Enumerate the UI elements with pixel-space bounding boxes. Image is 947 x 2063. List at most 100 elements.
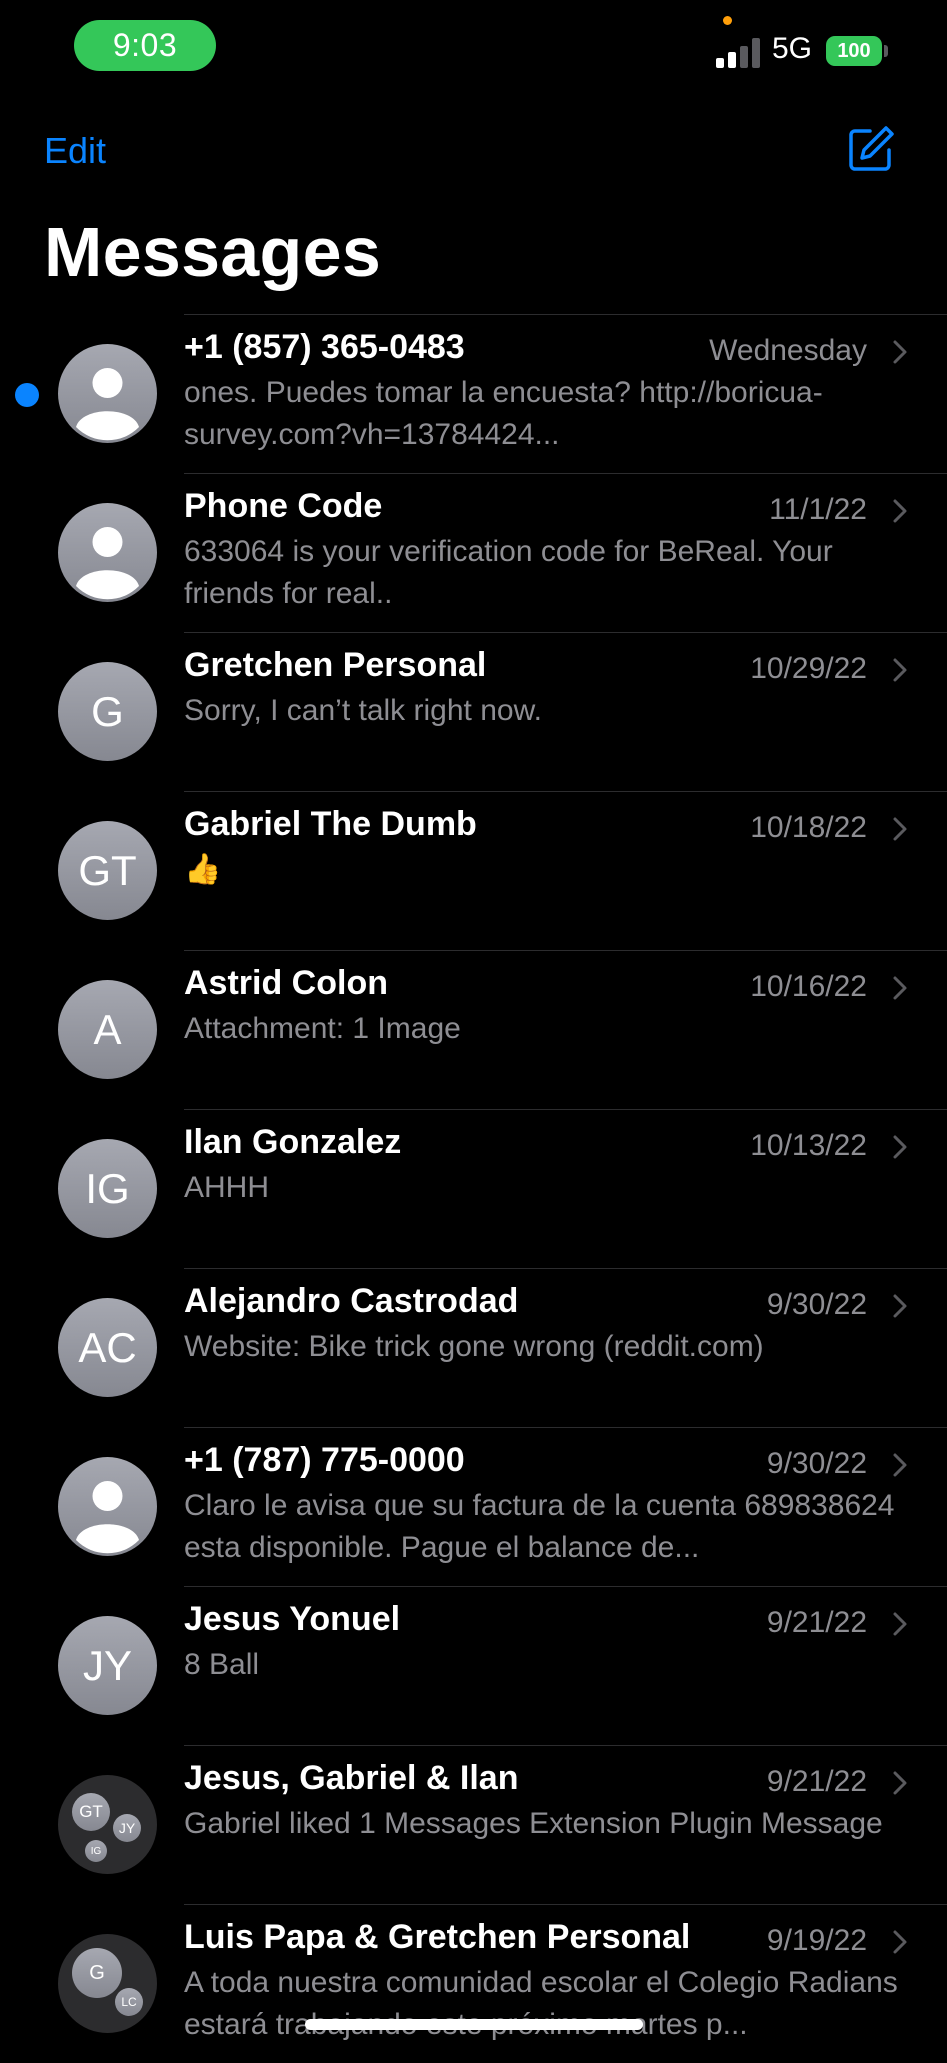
contact-person-icon <box>58 344 157 443</box>
battery-icon: 100 <box>826 36 882 66</box>
message-preview: 633064 is your verification code for BeR… <box>184 535 833 610</box>
conversation-date: 10/16/22 <box>750 970 867 1003</box>
message-preview: 8 Ball <box>184 1648 260 1681</box>
page-title: Messages <box>44 213 382 291</box>
contact-person-icon <box>58 503 157 602</box>
chevron-right-icon <box>893 1135 907 1159</box>
row-separator <box>184 1904 947 1905</box>
status-time: 9:03 <box>74 20 216 71</box>
avatar: GT <box>58 821 157 920</box>
message-preview: Website: Bike trick gone wrong (reddit.c… <box>184 1330 764 1363</box>
conversation-date: 9/19/22 <box>766 1924 867 1957</box>
avatar: A <box>58 980 157 1079</box>
avatar: AC <box>58 1298 157 1397</box>
unread-indicator-icon <box>15 383 39 407</box>
conversation-name: Astrid Colon <box>184 964 388 1002</box>
edit-button[interactable]: Edit <box>44 130 106 172</box>
conversation-name: +1 (857) 365-0483 <box>184 328 465 366</box>
conversation-date: 10/13/22 <box>750 1129 867 1162</box>
home-indicator[interactable] <box>305 2019 643 2030</box>
avatar-initials: IG <box>85 1164 130 1212</box>
group-member-avatar: LC <box>115 1988 143 2016</box>
chevron-right-icon <box>893 1453 907 1477</box>
chevron-right-icon <box>893 976 907 1000</box>
avatar-initials: GT <box>78 846 137 894</box>
row-separator <box>184 791 947 792</box>
conversation-date: 9/30/22 <box>766 1288 867 1321</box>
conversation-date: 9/30/22 <box>766 1447 867 1480</box>
row-separator <box>184 1268 947 1269</box>
conversation-name: Gabriel The Dumb <box>184 805 477 843</box>
conversation-row[interactable]: G Gretchen Personal 10/29/22 Sorry, I can’t… <box>0 632 947 791</box>
chevron-right-icon <box>893 1771 907 1795</box>
row-separator <box>184 314 947 315</box>
conversation-date: 10/18/22 <box>750 811 867 844</box>
avatar-initials: G <box>91 687 124 735</box>
contact-person-icon <box>58 1457 157 1556</box>
conversation-name: Alejandro Castrodad <box>184 1282 519 1320</box>
conversation-date: Wednesday <box>709 334 867 367</box>
conversation-row[interactable]: G LC Luis Papa & Gretchen Personal 9/19/22 A… <box>0 1904 947 2063</box>
chevron-right-icon <box>893 1930 907 1954</box>
conversation-row[interactable]: IG Ilan Gonzalez 10/13/22 AHHH <box>0 1109 947 1268</box>
avatar-initials: JY <box>82 1641 132 1689</box>
message-preview: A toda nuestra comunidad escolar el Cole… <box>184 1966 898 2041</box>
privacy-indicator-icon <box>723 16 732 25</box>
avatar-initials: AC <box>78 1323 137 1371</box>
message-preview: AHHH <box>184 1171 270 1204</box>
avatar: JY <box>58 1616 157 1715</box>
conversation-name: Jesus, Gabriel & Ilan <box>184 1759 519 1797</box>
conversation-row[interactable]: JY Jesus Yonuel 9/21/22 8 Ball <box>0 1586 947 1745</box>
chevron-right-icon <box>893 1612 907 1636</box>
group-member-avatar: GT <box>72 1793 110 1831</box>
conversation-row[interactable]: Phone Code 11/1/22 633064 is your verifica… <box>0 473 947 632</box>
row-separator <box>184 1109 947 1110</box>
message-preview: Sorry, I can’t talk right now. <box>184 694 542 727</box>
avatar: G LC <box>58 1934 157 2033</box>
message-preview: Gabriel liked 1 Messages Extension Plugi… <box>184 1807 883 1840</box>
conversation-row[interactable]: GT Gabriel The Dumb 10/18/22 👍 <box>0 791 947 950</box>
chevron-right-icon <box>893 499 907 523</box>
avatar: GT JY IG <box>58 1775 157 1874</box>
message-preview: 👍 <box>184 853 222 886</box>
conversation-date: 9/21/22 <box>766 1606 867 1639</box>
group-member-avatar: G <box>72 1948 122 1998</box>
conversation-row[interactable]: A Astrid Colon 10/16/22 Attachment: 1 Image <box>0 950 947 1109</box>
conversation-name: Luis Papa & Gretchen Personal <box>184 1918 691 1956</box>
conversation-row[interactable]: +1 (857) 365-0483 Wednesday ones. Puedes t… <box>0 314 947 473</box>
row-separator <box>184 473 947 474</box>
battery-cap <box>884 45 888 57</box>
chevron-right-icon <box>893 340 907 364</box>
cellular-signal-icon <box>716 38 762 68</box>
battery-level: 100 <box>837 39 871 62</box>
conversation-date: 11/1/22 <box>769 493 867 526</box>
conversation-list: +1 (857) 365-0483 Wednesday ones. Puedes t… <box>0 314 947 2063</box>
row-separator <box>184 1427 947 1428</box>
avatar-initials: A <box>93 1005 122 1053</box>
network-type: 5G <box>772 32 813 65</box>
square-pencil-icon[interactable] <box>846 124 896 174</box>
conversation-row[interactable]: AC Alejandro Castrodad 9/30/22 Website: Bik… <box>0 1268 947 1427</box>
chevron-right-icon <box>893 817 907 841</box>
conversation-row[interactable]: +1 (787) 775-0000 9/30/22 Claro le avisa q… <box>0 1427 947 1586</box>
group-member-avatar: JY <box>113 1814 141 1842</box>
conversation-name: Jesus Yonuel <box>184 1600 401 1638</box>
group-member-avatar: IG <box>85 1840 107 1862</box>
row-separator <box>184 1586 947 1587</box>
conversation-name: +1 (787) 775-0000 <box>184 1441 465 1479</box>
avatar: G <box>58 662 157 761</box>
conversation-row[interactable]: GT JY IG Jesus, Gabriel & Ilan 9/21/22 Gabrie… <box>0 1745 947 1904</box>
chevron-right-icon <box>893 1294 907 1318</box>
message-preview: Attachment: 1 Image <box>184 1012 461 1045</box>
conversation-date: 10/29/22 <box>750 652 867 685</box>
conversation-name: Gretchen Personal <box>184 646 487 684</box>
chevron-right-icon <box>893 658 907 682</box>
status-bar: 9:03 5G 100 <box>0 0 947 100</box>
row-separator <box>184 1745 947 1746</box>
message-preview: Claro le avisa que su factura de la cuen… <box>184 1489 895 1564</box>
row-separator <box>184 632 947 633</box>
conversation-name: Ilan Gonzalez <box>184 1123 402 1161</box>
avatar: IG <box>58 1139 157 1238</box>
conversation-name: Phone Code <box>184 487 383 525</box>
row-separator <box>184 950 947 951</box>
